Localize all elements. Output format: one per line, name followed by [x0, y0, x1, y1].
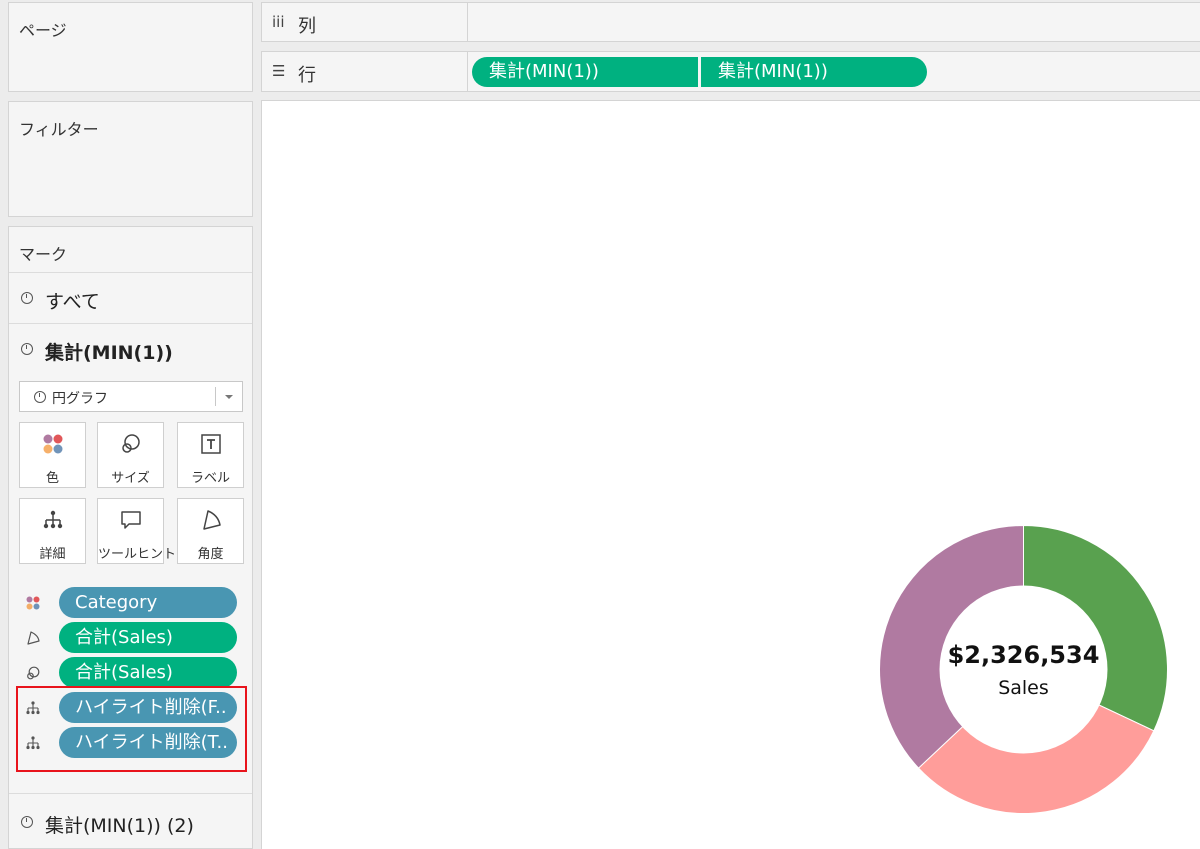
pie-mark-icon [21, 343, 33, 355]
rows-pill-1[interactable]: 集計(MIN(1)) [472, 57, 698, 87]
label-button-label: ラベル [190, 471, 230, 486]
pie-mark-icon [34, 391, 46, 403]
marks-layer1-row[interactable]: 集計(MIN(1)) [9, 323, 252, 374]
tooltip-button-label: ツールヒント [98, 547, 177, 562]
pages-panel: ページ [8, 2, 253, 92]
tooltip-icon [121, 511, 141, 529]
size-icon [27, 666, 40, 680]
mark-type-value: 円グラフ [52, 391, 108, 407]
columns-icon: iii [272, 13, 285, 31]
filters-panel[interactable]: フィルター [8, 101, 253, 217]
angle-icon [203, 510, 221, 530]
rows-label: 行 [298, 65, 316, 86]
chevron-down-icon[interactable] [225, 395, 233, 399]
marks-title: マーク [19, 245, 68, 264]
pie-mark-icon [21, 816, 33, 828]
sum-sales-size-pill[interactable]: 合計(Sales) [59, 657, 237, 688]
label-button[interactable]: ラベル [177, 422, 244, 488]
dropdown-divider [215, 387, 216, 406]
marks-all-label: すべて [45, 291, 100, 313]
color-dots-icon [43, 434, 63, 454]
sum-sales-angle-pill[interactable]: 合計(Sales) [59, 622, 237, 653]
marks-layer2-label: 集計(MIN(1)) (2) [45, 815, 194, 837]
pages-title: ページ [19, 21, 67, 40]
size-button-label: サイズ [111, 471, 150, 486]
color-button[interactable]: 色 [19, 422, 86, 488]
rows-shelf-label-area: ☰ 行 [262, 52, 468, 91]
rows-icon: ☰ [272, 62, 286, 80]
size-icon [122, 434, 140, 453]
columns-label: 列 [298, 16, 316, 37]
donut-hole [939, 585, 1108, 754]
rows-pill-2[interactable]: 集計(MIN(1)) [701, 57, 927, 87]
pie-mark-icon [21, 292, 33, 304]
angle-button-label: 角度 [197, 547, 224, 562]
marks-all-row[interactable]: すべて [9, 272, 252, 323]
donut-chart[interactable] [879, 525, 1168, 814]
mark-field-row: Category [19, 587, 247, 618]
size-button[interactable]: サイズ [97, 422, 164, 488]
rows-shelf[interactable]: ☰ 行 集計(MIN(1)) 集計(MIN(1)) [261, 51, 1200, 92]
category-pill[interactable]: Category [59, 587, 237, 618]
detail-icon [43, 510, 63, 529]
color-button-label: 色 [45, 471, 59, 486]
text-label-icon [201, 434, 221, 454]
filters-title: フィルター [19, 120, 99, 139]
angle-icon [27, 631, 40, 645]
mark-field-row: 合計(Sales) [19, 622, 247, 653]
angle-button[interactable]: 角度 [177, 498, 244, 564]
detail-button[interactable]: 詳細 [19, 498, 86, 564]
columns-shelf[interactable]: iii 列 [261, 2, 1200, 42]
columns-shelf-label-area: iii 列 [262, 3, 468, 41]
donut-center-value: $2,326,534 [947, 641, 1100, 669]
donut-center-label: Sales [998, 677, 1049, 699]
marks-layer1-label: 集計(MIN(1)) [45, 342, 173, 364]
highlight-annotation-box [16, 686, 247, 772]
color-dots-icon [26, 596, 40, 610]
detail-button-label: 詳細 [39, 547, 66, 562]
mark-field-row: 合計(Sales) [19, 657, 247, 688]
view-canvas[interactable]: $2,326,534 Sales [261, 100, 1200, 849]
tooltip-button[interactable]: ツールヒント [97, 498, 177, 564]
marks-layer2-row[interactable]: 集計(MIN(1)) (2) [9, 793, 252, 849]
mark-type-dropdown[interactable]: 円グラフ [19, 381, 243, 412]
